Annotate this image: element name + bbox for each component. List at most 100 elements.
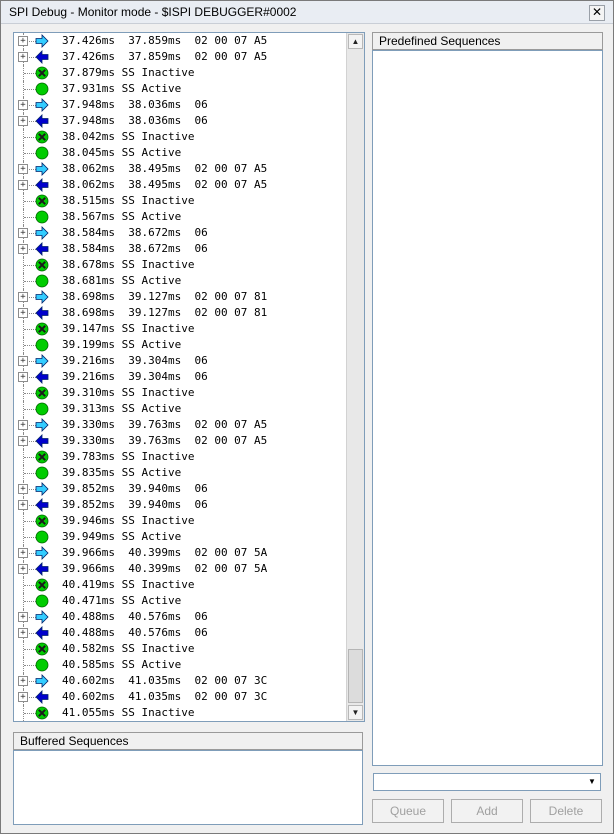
log-row[interactable]: +38.062ms 38.495ms 02 00 07 A5	[14, 177, 346, 193]
log-row[interactable]: +40.602ms 41.035ms 02 00 07 3C	[14, 689, 346, 705]
log-row[interactable]: 39.147ms SS Inactive	[14, 321, 346, 337]
log-row[interactable]: 40.585ms SS Active	[14, 657, 346, 673]
log-row[interactable]: +40.488ms 40.576ms 06	[14, 609, 346, 625]
log-row[interactable]: +40.488ms 40.576ms 06	[14, 625, 346, 641]
arrow-left-icon	[35, 50, 49, 64]
log-row[interactable]: +38.698ms 39.127ms 02 00 07 81	[14, 289, 346, 305]
sequence-select[interactable]: ▼	[373, 773, 601, 791]
log-row-text: 39.147ms SS Inactive	[62, 322, 195, 335]
log-row[interactable]: 38.681ms SS Active	[14, 273, 346, 289]
title-bar[interactable]: SPI Debug - Monitor mode - $ISPI DEBUGGE…	[1, 1, 613, 24]
ss-active-icon	[35, 530, 49, 544]
log-row[interactable]: +39.852ms 39.940ms 06	[14, 481, 346, 497]
log-row[interactable]: 39.199ms SS Active	[14, 337, 346, 353]
log-row-text: 37.879ms SS Inactive	[62, 66, 195, 79]
expand-plus-icon[interactable]: +	[18, 164, 28, 174]
expand-plus-icon[interactable]: +	[18, 372, 28, 382]
log-row[interactable]: +38.584ms 38.672ms 06	[14, 241, 346, 257]
log-row[interactable]: +37.948ms 38.036ms 06	[14, 97, 346, 113]
expand-plus-icon[interactable]: +	[18, 500, 28, 510]
queue-button[interactable]: Queue	[372, 799, 444, 823]
log-row-text: 39.783ms SS Inactive	[62, 450, 195, 463]
transaction-log-tree[interactable]: +37.426ms 37.859ms 02 00 07 A5 +37.426ms …	[13, 32, 365, 722]
log-row[interactable]: 41.055ms SS Inactive	[14, 705, 346, 721]
scroll-thumb[interactable]	[348, 649, 363, 703]
log-row[interactable]: 38.515ms SS Inactive	[14, 193, 346, 209]
log-row[interactable]: +39.852ms 39.940ms 06	[14, 497, 346, 513]
add-button[interactable]: Add	[451, 799, 523, 823]
log-row[interactable]: +39.330ms 39.763ms 02 00 07 A5	[14, 417, 346, 433]
arrow-left-icon	[35, 434, 49, 448]
log-row[interactable]: 39.835ms SS Active	[14, 465, 346, 481]
log-row[interactable]: 39.783ms SS Inactive	[14, 449, 346, 465]
predefined-sequences-list[interactable]	[372, 50, 603, 766]
expand-plus-icon[interactable]: +	[18, 36, 28, 46]
log-row-text: 37.426ms 37.859ms 02 00 07 A5	[62, 34, 268, 47]
log-row[interactable]: 39.946ms SS Inactive	[14, 513, 346, 529]
log-row[interactable]: +39.330ms 39.763ms 02 00 07 A5	[14, 433, 346, 449]
log-row-text: 38.698ms 39.127ms 02 00 07 81	[62, 306, 268, 319]
log-vertical-scrollbar[interactable]: ▲ ▼	[346, 33, 364, 721]
expand-plus-icon[interactable]: +	[18, 564, 28, 574]
arrow-left-icon	[35, 690, 49, 704]
arrow-left-icon	[35, 178, 49, 192]
buffered-sequences-list[interactable]	[13, 750, 363, 825]
ss-inactive-icon	[35, 642, 49, 656]
log-row[interactable]: +38.062ms 38.495ms 02 00 07 A5	[14, 161, 346, 177]
log-row-text: 39.949ms SS Active	[62, 530, 182, 543]
expand-plus-icon[interactable]: +	[18, 692, 28, 702]
arrow-left-icon	[35, 626, 49, 640]
log-row[interactable]: 39.949ms SS Active	[14, 529, 346, 545]
expand-plus-icon[interactable]: +	[18, 116, 28, 126]
log-row[interactable]: 40.471ms SS Active	[14, 593, 346, 609]
ss-inactive-icon	[35, 386, 49, 400]
expand-plus-icon[interactable]: +	[18, 548, 28, 558]
expand-plus-icon[interactable]: +	[18, 612, 28, 622]
log-row[interactable]: 38.045ms SS Active	[14, 145, 346, 161]
log-row[interactable]: +39.966ms 40.399ms 02 00 07 5A	[14, 545, 346, 561]
ss-active-icon	[35, 274, 49, 288]
expand-plus-icon[interactable]: +	[18, 292, 28, 302]
log-row[interactable]: 37.931ms SS Active	[14, 81, 346, 97]
log-row[interactable]: 38.042ms SS Inactive	[14, 129, 346, 145]
ss-active-icon	[35, 594, 49, 608]
log-row[interactable]: 38.678ms SS Inactive	[14, 257, 346, 273]
expand-plus-icon[interactable]: +	[18, 180, 28, 190]
log-row[interactable]: +37.948ms 38.036ms 06	[14, 113, 346, 129]
log-row[interactable]: 40.582ms SS Inactive	[14, 641, 346, 657]
log-row[interactable]: +39.966ms 40.399ms 02 00 07 5A	[14, 561, 346, 577]
expand-plus-icon[interactable]: +	[18, 244, 28, 254]
delete-button[interactable]: Delete	[530, 799, 602, 823]
log-row[interactable]: 39.310ms SS Inactive	[14, 385, 346, 401]
expand-plus-icon[interactable]: +	[18, 676, 28, 686]
log-row[interactable]: 38.567ms SS Active	[14, 209, 346, 225]
log-row[interactable]: +38.584ms 38.672ms 06	[14, 225, 346, 241]
predefined-sequences-header: Predefined Sequences	[372, 32, 603, 50]
ss-active-icon	[35, 658, 49, 672]
scroll-down-button[interactable]: ▼	[348, 705, 363, 720]
log-row-text: 40.488ms 40.576ms 06	[62, 610, 208, 623]
expand-plus-icon[interactable]: +	[18, 228, 28, 238]
log-row[interactable]: +39.216ms 39.304ms 06	[14, 369, 346, 385]
log-row[interactable]: +40.602ms 41.035ms 02 00 07 3C	[14, 673, 346, 689]
log-row-text: 41.055ms SS Inactive	[62, 706, 195, 719]
log-row[interactable]: 39.313ms SS Active	[14, 401, 346, 417]
expand-plus-icon[interactable]: +	[18, 628, 28, 638]
log-row[interactable]: +37.426ms 37.859ms 02 00 07 A5	[14, 33, 346, 49]
expand-plus-icon[interactable]: +	[18, 52, 28, 62]
log-row[interactable]: +37.426ms 37.859ms 02 00 07 A5	[14, 49, 346, 65]
log-row[interactable]: +39.216ms 39.304ms 06	[14, 353, 346, 369]
expand-plus-icon[interactable]: +	[18, 100, 28, 110]
chevron-down-icon[interactable]: ▼	[585, 775, 599, 789]
expand-plus-icon[interactable]: +	[18, 484, 28, 494]
expand-plus-icon[interactable]: +	[18, 436, 28, 446]
expand-plus-icon[interactable]: +	[18, 420, 28, 430]
log-row[interactable]: +38.698ms 39.127ms 02 00 07 81	[14, 305, 346, 321]
scroll-up-button[interactable]: ▲	[348, 34, 363, 49]
log-row[interactable]: 40.419ms SS Inactive	[14, 577, 346, 593]
expand-plus-icon[interactable]: +	[18, 356, 28, 366]
expand-plus-icon[interactable]: +	[18, 308, 28, 318]
window-title: SPI Debug - Monitor mode - $ISPI DEBUGGE…	[9, 5, 297, 19]
close-button[interactable]: ✕	[589, 5, 605, 21]
log-row[interactable]: 37.879ms SS Inactive	[14, 65, 346, 81]
